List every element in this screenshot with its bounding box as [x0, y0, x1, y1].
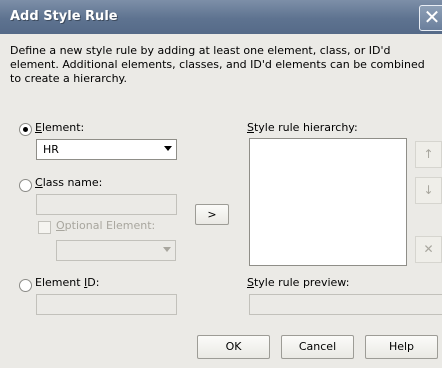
style-rule-hierarchy-list[interactable] [249, 138, 407, 266]
class-label-accel: C [35, 176, 43, 189]
hierarchy-label-accel: S [247, 121, 254, 134]
class-name-input[interactable] [36, 194, 177, 215]
element-id-radio-label[interactable]: Element ID: [35, 276, 99, 289]
cancel-label: Cancel [298, 340, 337, 353]
element-id-input[interactable] [36, 294, 177, 315]
optional-label-rest: ptional Element: [64, 219, 156, 232]
element-select-value: HR [43, 143, 59, 156]
class-label-rest: lass name: [42, 176, 103, 189]
class-name-radio[interactable] [19, 179, 32, 192]
optional-label-accel: O [56, 219, 65, 232]
title-bar[interactable]: Add Style Rule ✕ [0, 0, 442, 34]
style-rule-preview-field [249, 294, 442, 315]
add-to-hierarchy-button[interactable]: > [195, 204, 229, 225]
element-select[interactable]: HR [36, 139, 177, 160]
close-icon: ✕ [423, 5, 441, 29]
help-label: Help [388, 340, 415, 353]
preview-label: Style rule preview: [247, 276, 349, 289]
move-up-button[interactable]: ↑ [415, 141, 442, 168]
preview-label-rest: tyle rule preview: [253, 276, 350, 289]
element-radio[interactable] [19, 123, 32, 136]
dialog-description: Define a new style rule by adding at lea… [10, 44, 425, 85]
element-radio-label[interactable]: Element: [35, 121, 84, 134]
arrow-down-icon: ↓ [423, 183, 434, 197]
element-label-accel: E [35, 121, 42, 134]
ok-label: OK [225, 340, 242, 353]
delete-button[interactable]: ✕ [415, 236, 442, 263]
cancel-button[interactable]: Cancel [281, 335, 354, 359]
preview-label-accel: S [247, 276, 254, 289]
close-button[interactable]: ✕ [419, 5, 442, 31]
arrow-up-icon: ↑ [423, 147, 434, 161]
add-style-rule-dialog: Add Style Rule ✕ Define a new style rule… [0, 0, 442, 368]
delete-icon: ✕ [423, 242, 434, 256]
class-name-radio-label[interactable]: Class name: [35, 176, 102, 189]
chevron-down-icon [163, 247, 171, 252]
optional-element-checkbox[interactable] [38, 221, 51, 234]
element-label-rest: lement: [41, 121, 85, 134]
move-down-button[interactable]: ↓ [415, 177, 442, 204]
id-label-prefix: Element [35, 276, 85, 289]
id-label-rest: D: [87, 276, 100, 289]
ok-button[interactable]: OK [197, 335, 270, 359]
hierarchy-label-rest: tyle rule hierarchy: [253, 121, 358, 134]
optional-element-label: Optional Element: [56, 219, 155, 232]
help-button[interactable]: Help [365, 335, 438, 359]
element-id-radio[interactable] [19, 279, 32, 292]
optional-element-select[interactable] [56, 240, 176, 261]
add-button-label: > [207, 208, 217, 221]
hierarchy-label: Style rule hierarchy: [247, 121, 358, 134]
chevron-down-icon [164, 146, 172, 151]
dialog-title: Add Style Rule [10, 9, 118, 24]
